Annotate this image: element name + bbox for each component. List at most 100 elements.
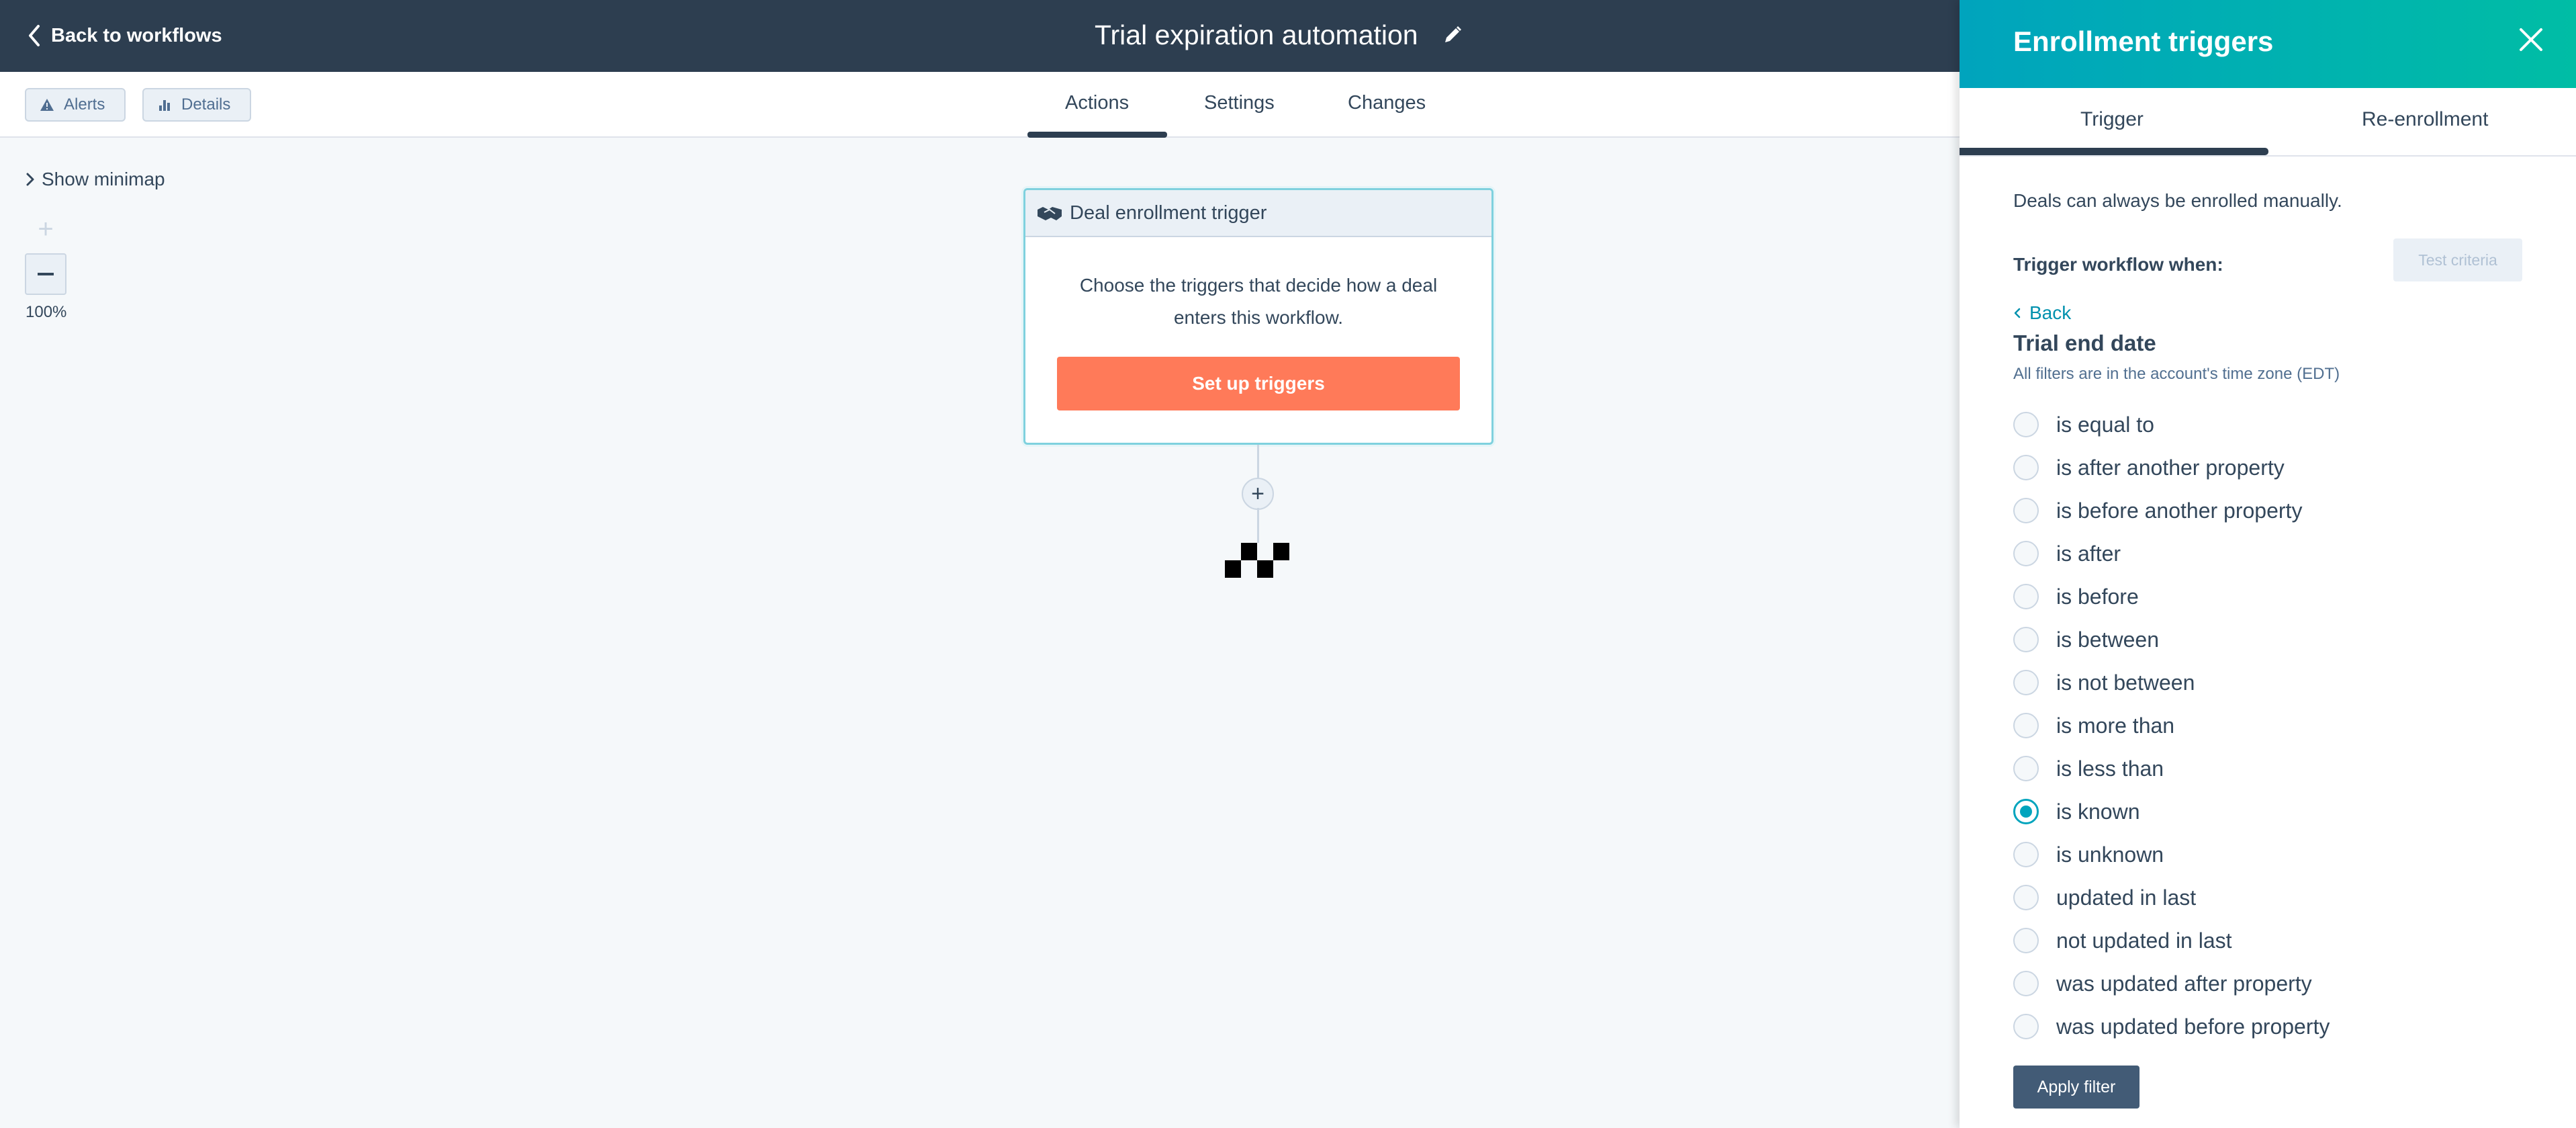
radio-button[interactable] [2013,670,2039,695]
warning-icon [40,99,54,111]
alerts-button[interactable]: Alerts [25,88,126,122]
filter-option-label: is more than [2056,713,2175,738]
trigger-when-label: Trigger workflow when: [2013,254,2223,275]
radio-button[interactable] [2013,799,2039,824]
filter-option[interactable]: is less than [2013,747,2524,790]
filter-option-label: is equal to [2056,412,2154,437]
filter-option-label: is after another property [2056,455,2285,480]
filter-option[interactable]: updated in last [2013,876,2524,919]
pencil-icon[interactable] [1442,25,1463,45]
filter-option[interactable]: is after [2013,532,2524,575]
trigger-card-description-text: Choose the triggers that decide how a de… [1079,275,1438,328]
filter-option-label: not updated in last [2056,928,2232,953]
timezone-note: All filters are in the account's time zo… [2013,365,2340,383]
filter-option[interactable]: is known [2013,790,2524,833]
bar-chart-icon [159,100,170,111]
filter-option[interactable]: is unknown [2013,833,2524,876]
show-minimap-label: Show minimap [42,169,165,189]
radio-button[interactable] [2013,713,2039,738]
filter-option-label: is before another property [2056,498,2303,523]
handshake-icon [1038,207,1062,220]
trigger-card-title: Deal enrollment trigger [1070,202,1267,224]
zoom-out-button[interactable] [25,253,66,295]
test-criteria-button[interactable]: Test criteria [2393,238,2522,281]
active-panel-tab-indicator [1960,148,2268,155]
enrollment-triggers-panel: Enrollment triggers Trigger Re-enrollmen… [1960,0,2576,1128]
trigger-card-description: Choose the triggers that decide how a de… [1025,269,1491,334]
chevron-right-icon [26,173,34,186]
filter-option[interactable]: is between [2013,618,2524,661]
radio-dot-icon [2020,806,2032,818]
filter-option-label: is before [2056,584,2139,609]
radio-button[interactable] [2013,1014,2039,1039]
radio-button[interactable] [2013,842,2039,867]
radio-button[interactable] [2013,455,2039,480]
filter-option-label: updated in last [2056,885,2197,910]
filter-option-label: is not between [2056,670,2195,695]
alerts-label: Alerts [64,95,105,114]
set-up-triggers-button[interactable]: Set up triggers [1057,357,1460,410]
manual-enrollment-note: Deals can always be enrolled manually. [2013,190,2342,211]
radio-button[interactable] [2013,971,2039,996]
back-button[interactable]: Back [2013,302,2071,324]
radio-button[interactable] [2013,627,2039,652]
zoom-in-button[interactable]: + [25,208,66,250]
deal-enrollment-trigger-card[interactable]: Deal enrollment trigger Choose the trigg… [1023,188,1493,445]
filter-option[interactable]: is before [2013,575,2524,618]
tab-changes[interactable]: Changes [1348,92,1426,114]
filter-option[interactable]: was updated before property [2013,1005,2524,1048]
active-tab-indicator [1027,132,1167,138]
chevron-left-icon [2014,308,2021,318]
filter-option[interactable]: not updated in last [2013,919,2524,962]
details-button[interactable]: Details [142,88,251,122]
filter-option[interactable]: is equal to [2013,403,2524,446]
filter-option-label: was updated after property [2056,971,2312,996]
radio-button[interactable] [2013,412,2039,437]
filter-option-label: is between [2056,627,2159,652]
workflow-title: Trial expiration automation [1095,16,1463,54]
trigger-card-header: Deal enrollment trigger [1025,190,1491,237]
finish-flag-icon [1225,543,1289,578]
zoom-level: 100% [26,303,67,321]
filter-option[interactable]: is after another property [2013,446,2524,489]
connector-line [1257,508,1259,543]
chevron-left-icon [29,25,40,46]
radio-button[interactable] [2013,541,2039,566]
filter-option[interactable]: is more than [2013,704,2524,747]
tab-re-enrollment[interactable]: Re-enrollment [2362,108,2488,131]
minus-icon [38,273,54,275]
radio-button[interactable] [2013,584,2039,609]
panel-tabs: Trigger Re-enrollment [1960,88,2576,157]
filter-options-list: is equal to is after another property is b… [2013,403,2524,1048]
back-to-workflows-link[interactable]: Back to workflows [27,19,222,52]
radio-button[interactable] [2013,756,2039,781]
details-label: Details [181,95,231,114]
filter-option-label: is less than [2056,756,2164,781]
tab-trigger[interactable]: Trigger [2080,108,2144,131]
filter-option[interactable]: was updated after property [2013,962,2524,1005]
panel-header: Enrollment triggers [1960,0,2576,88]
show-minimap-toggle[interactable]: Show minimap [26,169,165,190]
tab-actions[interactable]: Actions [1065,92,1129,114]
radio-button[interactable] [2013,885,2039,910]
radio-button[interactable] [2013,498,2039,523]
close-icon[interactable] [2518,27,2544,52]
add-action-button[interactable]: + [1242,478,1274,510]
filter-option-label: is known [2056,799,2140,824]
filter-option-label: is unknown [2056,842,2164,867]
radio-button[interactable] [2013,928,2039,953]
apply-filter-button[interactable]: Apply filter [2013,1066,2140,1109]
panel-title: Enrollment triggers [2013,26,2274,57]
property-name: Trial end date [2013,331,2156,355]
filter-option[interactable]: is not between [2013,661,2524,704]
filter-option-label: is after [2056,541,2121,566]
back-to-workflows-label: Back to workflows [51,24,222,46]
tab-settings[interactable]: Settings [1204,92,1275,114]
back-label: Back [2029,302,2072,323]
filter-option[interactable]: is before another property [2013,489,2524,532]
top-bar: Back to workflows Trial expiration autom… [0,0,1960,72]
workflow-subheader: Alerts Details Actions Settings Changes [0,72,1960,138]
workflow-title-text: Trial expiration automation [1095,19,1418,50]
connector-line [1257,445,1259,478]
filter-option-label: was updated before property [2056,1014,2330,1039]
